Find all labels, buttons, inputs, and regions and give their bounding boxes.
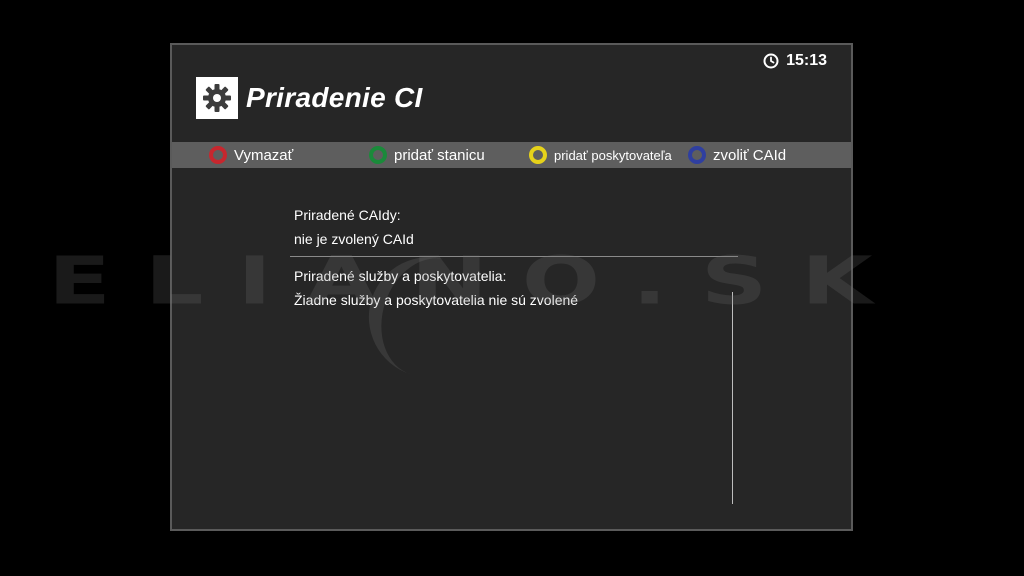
- clock-icon: [763, 53, 779, 69]
- gear-icon: [203, 84, 231, 112]
- clock: 15:13: [763, 52, 827, 70]
- services-heading: Priradené služby a poskytovatelia:: [294, 268, 507, 284]
- red-key-icon: [209, 146, 227, 164]
- add-channel-button[interactable]: pridať stanicu: [369, 142, 485, 168]
- services-value[interactable]: Žiadne služby a poskytovatelia nie sú zv…: [294, 288, 578, 312]
- delete-button-label: Vymazať: [234, 146, 294, 164]
- caids-section: Priradené CAIdy: nie je zvolený CAId: [294, 203, 739, 251]
- tv-screen: 15:13 Priradenie CI Vymazať pridať stani…: [0, 0, 1024, 576]
- select-caid-button[interactable]: zvoliť CAId: [688, 142, 786, 168]
- add-channel-button-label: pridať stanicu: [394, 146, 485, 164]
- caids-heading: Priradené CAIdy:: [294, 207, 401, 223]
- blue-key-icon: [688, 146, 706, 164]
- caids-value[interactable]: nie je zvolený CAId: [294, 227, 739, 251]
- section-divider: [290, 256, 738, 257]
- yellow-key-icon: [529, 146, 547, 164]
- add-provider-button-label: pridať poskytovateľa: [554, 147, 672, 163]
- scrollbar[interactable]: [732, 292, 733, 504]
- color-button-bar: Vymazať pridať stanicu pridať poskytovat…: [172, 142, 851, 168]
- settings-tile: [196, 77, 238, 119]
- add-provider-button[interactable]: pridať poskytovateľa: [529, 142, 672, 168]
- services-section: Priradené služby a poskytovatelia: Žiadn…: [294, 264, 578, 312]
- green-key-icon: [369, 146, 387, 164]
- select-caid-button-label: zvoliť CAId: [713, 146, 787, 164]
- delete-button[interactable]: Vymazať: [209, 142, 293, 168]
- ci-assignment-window: 15:13 Priradenie CI Vymazať pridať stani…: [170, 43, 853, 531]
- page-title: Priradenie CI: [246, 82, 423, 113]
- title-area: Priradenie CI: [196, 77, 423, 119]
- clock-time: 15:13: [786, 52, 827, 69]
